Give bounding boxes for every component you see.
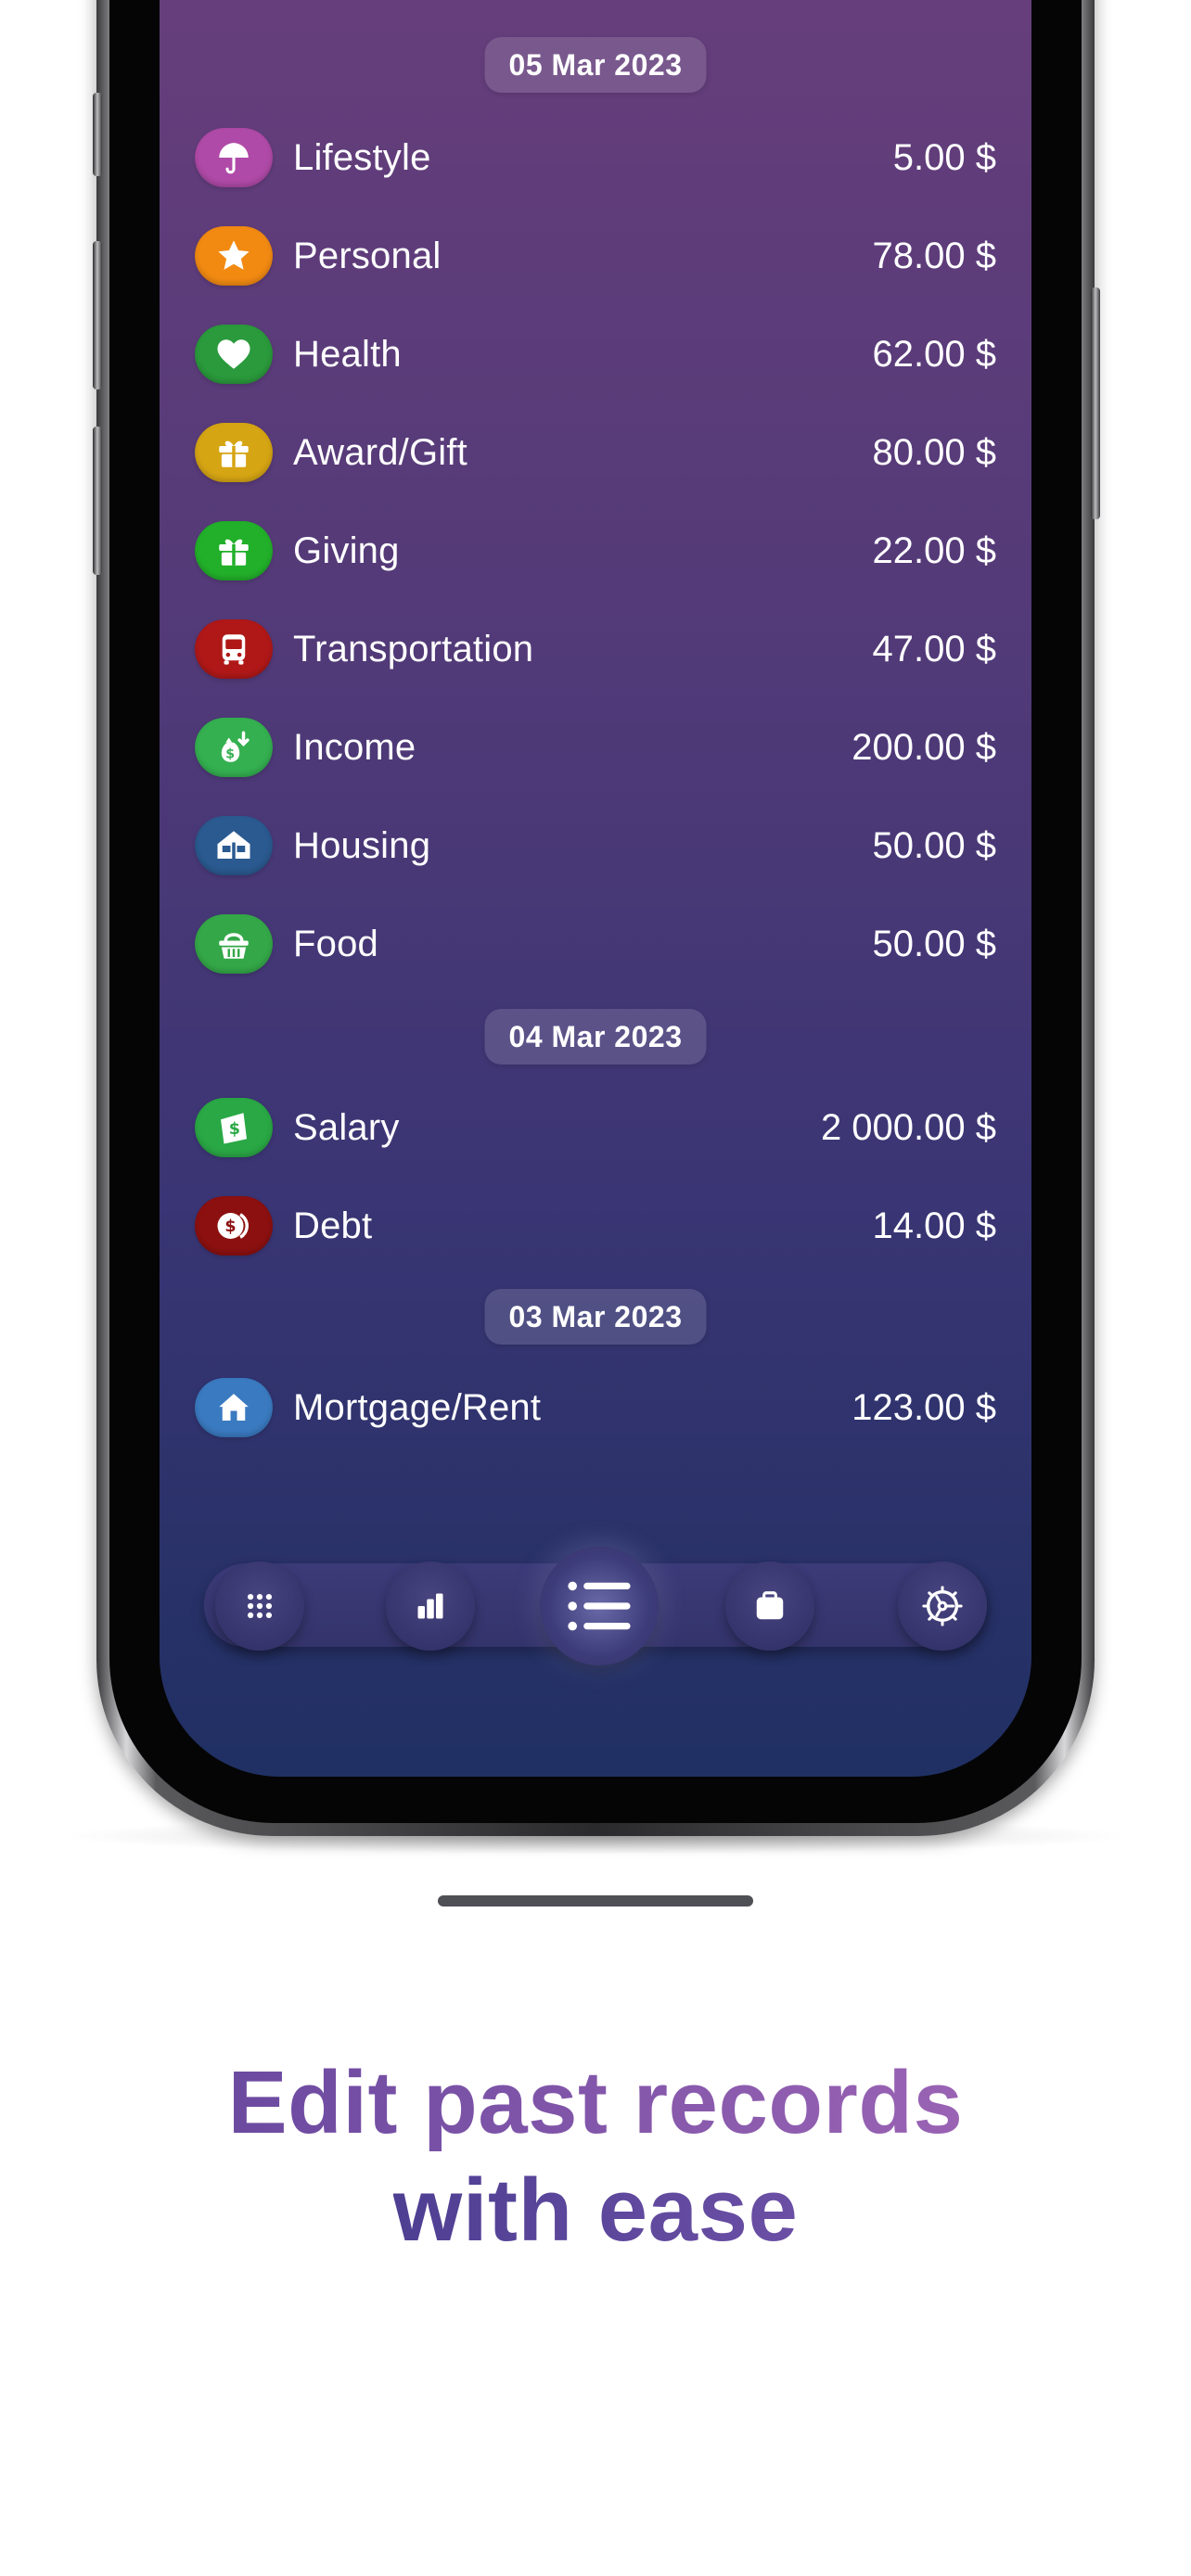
record-category: Personal	[293, 235, 442, 276]
home-icon	[195, 1378, 273, 1437]
record-category: Salary	[293, 1106, 400, 1148]
tab-stats[interactable]	[386, 1562, 475, 1651]
tab-records[interactable]	[540, 1547, 659, 1665]
headline-line-1: Edit past records	[228, 2049, 964, 2157]
briefcase-icon	[756, 1591, 784, 1620]
record-amount: 50.00 $	[872, 923, 996, 964]
record-amount: 62.00 $	[872, 333, 996, 375]
basket-icon	[195, 914, 273, 974]
record-row-food[interactable]: Food 50.00 $	[195, 907, 996, 981]
record-amount: 50.00 $	[872, 824, 996, 866]
bus-icon	[195, 619, 273, 679]
record-row-debt[interactable]: $ Debt 14.00 $	[195, 1189, 996, 1263]
record-row-award-gift[interactable]: Award/Gift 80.00 $	[195, 415, 996, 490]
record-amount: 2 000.00 $	[820, 1106, 996, 1148]
record-amount: 14.00 $	[872, 1205, 996, 1246]
record-amount: 80.00 $	[872, 431, 996, 473]
record-amount: 200.00 $	[852, 726, 996, 768]
grid-dots-icon	[247, 1593, 273, 1619]
record-amount: 47.00 $	[872, 628, 996, 670]
record-row-mortgage-rent[interactable]: Mortgage/Rent 123.00 $	[195, 1371, 996, 1445]
svg-text:$: $	[224, 1218, 236, 1236]
umbrella-icon	[195, 128, 273, 187]
date-header: 05 Mar 2023	[484, 37, 707, 93]
record-category: Health	[293, 333, 402, 375]
record-category: Mortgage/Rent	[293, 1386, 542, 1428]
side-button-right	[1091, 287, 1100, 519]
bottom-tab-bar	[204, 1545, 987, 1665]
promo-headline: Edit past records with ease	[0, 2049, 1191, 2264]
list-icon	[568, 1581, 631, 1631]
banknote-icon: $	[195, 1098, 273, 1157]
headline-line-2: with ease	[393, 2157, 799, 2264]
houses-icon	[195, 816, 273, 875]
side-button-left-1	[93, 93, 102, 176]
record-amount: 22.00 $	[872, 529, 996, 571]
side-button-left-3	[93, 427, 102, 575]
record-category: Transportation	[293, 628, 534, 670]
date-header: 03 Mar 2023	[484, 1289, 707, 1345]
tab-budget[interactable]	[725, 1562, 814, 1651]
tab-dashboard[interactable]	[215, 1562, 304, 1651]
record-category: Debt	[293, 1205, 373, 1246]
record-category: Lifestyle	[293, 136, 431, 178]
coins-icon: $	[195, 1196, 273, 1256]
star-icon	[195, 226, 273, 286]
record-row-transportation[interactable]: Transportation 47.00 $	[195, 612, 996, 686]
record-amount: 5.00 $	[892, 136, 996, 178]
money-bag-icon: $	[195, 718, 273, 777]
record-category: Housing	[293, 824, 431, 866]
home-indicator[interactable]	[438, 1895, 753, 1906]
svg-text:$: $	[229, 1120, 240, 1139]
record-category: Food	[293, 923, 378, 964]
record-amount: 78.00 $	[872, 235, 996, 276]
side-button-left-2	[93, 241, 102, 389]
record-category: Giving	[293, 529, 400, 571]
record-category: Income	[293, 726, 416, 768]
date-header: 04 Mar 2023	[484, 1009, 707, 1065]
gift-icon	[195, 521, 273, 580]
record-row-lifestyle[interactable]: Lifestyle 5.00 $	[195, 121, 996, 195]
record-row-income[interactable]: $ Income 200.00 $	[195, 710, 996, 784]
app-screen: 05 Mar 2023 Lifestyle 5.00 $ Personal 78…	[160, 0, 1031, 1777]
record-row-salary[interactable]: $ Salary 2 000.00 $	[195, 1090, 996, 1165]
gift-icon	[195, 423, 273, 482]
record-row-giving[interactable]: Giving 22.00 $	[195, 514, 996, 588]
record-row-health[interactable]: Health 62.00 $	[195, 317, 996, 391]
gear-icon	[922, 1586, 963, 1626]
svg-text:$: $	[225, 746, 235, 761]
record-amount: 123.00 $	[852, 1386, 996, 1428]
bar-chart-icon	[417, 1593, 443, 1619]
record-row-housing[interactable]: Housing 50.00 $	[195, 809, 996, 883]
record-row-personal[interactable]: Personal 78.00 $	[195, 219, 996, 293]
tab-settings[interactable]	[898, 1562, 987, 1651]
record-category: Award/Gift	[293, 431, 467, 473]
heart-icon	[195, 325, 273, 384]
